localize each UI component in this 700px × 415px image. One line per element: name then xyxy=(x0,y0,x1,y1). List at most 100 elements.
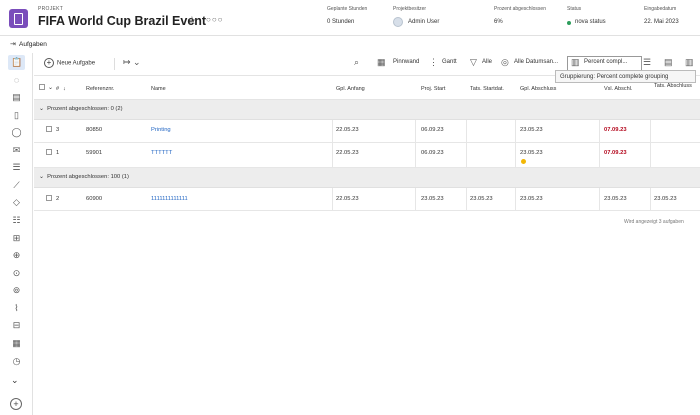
status-label: Status xyxy=(567,6,582,12)
settings-icon[interactable]: ⊟ xyxy=(11,320,22,331)
document-icon[interactable]: ▤ xyxy=(11,92,22,103)
calendar-icon[interactable]: ▦ xyxy=(11,338,22,349)
filter-button[interactable]: Alle xyxy=(482,59,492,65)
project-owner-label: Projektbesitzer xyxy=(393,6,427,12)
column-divider xyxy=(466,188,467,211)
diamond-icon[interactable]: ◇ xyxy=(11,197,22,208)
column-divider xyxy=(515,143,516,168)
row-checkbox[interactable] xyxy=(46,195,52,201)
row-checkbox[interactable] xyxy=(46,126,52,132)
report-icon[interactable]: ▤ xyxy=(664,57,673,68)
header-actual-start[interactable]: Tats. Startdat. xyxy=(470,86,504,92)
mail-icon[interactable]: ✉ xyxy=(11,145,22,156)
search-icon[interactable]: ⌕ xyxy=(354,57,359,68)
chart-icon[interactable]: ⟋ xyxy=(11,180,22,191)
clock-icon[interactable]: ◷ xyxy=(11,356,22,367)
row-ref: 80850 xyxy=(86,127,103,133)
row-number: 1 xyxy=(56,150,60,156)
planned-hours-value: 0 Stunden xyxy=(327,19,355,25)
chevron-down-icon[interactable]: ⌄ xyxy=(11,375,19,386)
group-row[interactable]: ⌄ Prozent abgeschlossen: 100 (1) xyxy=(34,168,700,188)
chat-icon[interactable]: ◌ xyxy=(11,75,22,86)
select-all-checkbox[interactable] xyxy=(39,84,45,90)
project-title[interactable]: FIFA World Cup Brazil Event xyxy=(38,14,206,28)
select-all-chevron-icon[interactable]: ⌄ xyxy=(48,84,53,91)
view-icon[interactable]: ◎ xyxy=(501,57,509,68)
section-title: Aufgaben xyxy=(19,41,47,48)
gantt-button[interactable]: Gantt xyxy=(442,59,457,65)
column-divider xyxy=(415,143,416,168)
gantt-icon[interactable]: ⋮ xyxy=(429,57,438,68)
column-divider xyxy=(332,143,333,168)
new-task-label: Neue Aufgabe xyxy=(57,60,96,67)
file-icon[interactable]: ▯ xyxy=(11,110,22,121)
actual-start: 23.05.23 xyxy=(470,196,493,202)
table-row[interactable]: 2 60900 1111111111111 22.05.23 23.05.23 … xyxy=(34,188,700,211)
add-icon[interactable]: + xyxy=(10,398,22,410)
table-row[interactable]: 1 59901 TTTTTT 22.05.23 06.09.23 23.05.2… xyxy=(34,143,700,168)
header-planned-end[interactable]: Gpl. Abschluss xyxy=(520,86,556,92)
collapse-panel-icon[interactable]: ⇥ xyxy=(10,40,16,48)
view-button[interactable]: Alle Datumsan... xyxy=(514,59,558,65)
header-name[interactable]: Name xyxy=(151,86,166,92)
star-icon[interactable]: ☆ xyxy=(187,14,197,27)
expected-end: 07.09.23 xyxy=(604,150,627,156)
column-divider xyxy=(599,188,600,211)
export-icon[interactable]: ↦ ⌄ xyxy=(123,57,141,68)
proj-start: 06.09.23 xyxy=(421,127,444,133)
new-task-button[interactable]: + Neue Aufgabe xyxy=(44,58,95,68)
team-icon[interactable]: ⊞ xyxy=(11,233,22,244)
filter-icon[interactable]: ▽ xyxy=(470,57,477,68)
people-icon[interactable]: ⊕ xyxy=(11,250,22,261)
task-name-link[interactable]: Printing xyxy=(151,127,171,133)
comment-icon[interactable]: ◯ xyxy=(11,127,22,138)
column-divider xyxy=(332,120,333,143)
more-options-icon[interactable]: ○○○ xyxy=(206,15,224,24)
group-label: ⌄ Prozent abgeschlossen: 0 (2) xyxy=(39,106,123,112)
status-dot-icon xyxy=(567,21,571,25)
group-row[interactable]: ⌄ Prozent abgeschlossen: 0 (2) xyxy=(34,100,700,120)
pinnwand-button[interactable]: Pinnwand xyxy=(393,59,419,65)
list-icon[interactable]: ☰ xyxy=(11,162,22,173)
group-icon[interactable]: ⊚ xyxy=(11,285,22,296)
clipboard-icon[interactable]: 📋 xyxy=(11,57,22,68)
expected-end: 23.05.23 xyxy=(604,196,627,202)
users-icon[interactable]: ☷ xyxy=(11,215,22,226)
board-icon[interactable]: ▦ xyxy=(377,57,386,68)
row-ref: 59901 xyxy=(86,150,103,156)
planned-end: 23.05.23 xyxy=(520,196,543,202)
task-name-link[interactable]: 1111111111111 xyxy=(151,196,188,202)
header-expected-end[interactable]: Vsl. Abschl. xyxy=(604,86,632,92)
section-header: ⇥ Aufgaben xyxy=(0,36,700,53)
project-label: PROJEKT xyxy=(38,6,64,12)
list-view-icon[interactable]: ☰ xyxy=(643,57,651,68)
entry-date-label: Eingabedatum xyxy=(644,6,677,12)
header-ref[interactable]: Referenznr. xyxy=(86,86,114,92)
expected-end: 07.09.23 xyxy=(604,127,627,133)
left-sidebar: 📋 ◌ ▤ ▯ ◯ ✉ ☰ ⟋ ◇ ☷ ⊞ ⊕ ⊙ ⊚ ⌇ ⊟ ▦ ◷ ⌄ + xyxy=(0,53,33,415)
column-divider xyxy=(515,188,516,211)
planned-start: 22.05.23 xyxy=(336,196,359,202)
header-actual-end[interactable]: Tats. Abschluss xyxy=(654,83,694,90)
sort-icon[interactable]: ↓ xyxy=(63,86,66,92)
columns-icon[interactable]: ▥ xyxy=(685,57,694,68)
warning-icon[interactable] xyxy=(521,159,526,164)
task-name-link[interactable]: TTTTTT xyxy=(151,150,172,156)
table-row[interactable]: 3 80850 Printing 22.05.23 06.09.23 23.05… xyxy=(34,120,700,143)
column-divider xyxy=(415,188,416,211)
planned-hours-label: Geplante Stunden xyxy=(327,6,368,12)
row-checkbox[interactable] xyxy=(46,149,52,155)
header-planned-start[interactable]: Gpl. Anfang xyxy=(336,86,365,92)
planned-start: 22.05.23 xyxy=(336,150,359,156)
planned-end: 23.05.23 xyxy=(520,127,543,133)
trend-icon[interactable]: ⌇ xyxy=(11,303,22,314)
header-number[interactable]: # xyxy=(56,86,59,92)
project-owner-value[interactable]: Admin User xyxy=(408,19,439,25)
person-icon[interactable]: ⊙ xyxy=(11,268,22,279)
planned-start: 22.05.23 xyxy=(336,127,359,133)
project-icon xyxy=(9,9,28,28)
status-value[interactable]: nova status xyxy=(575,19,606,25)
header-proj-start[interactable]: Proj. Start xyxy=(421,86,445,92)
column-divider xyxy=(650,120,651,143)
column-divider xyxy=(415,120,416,143)
